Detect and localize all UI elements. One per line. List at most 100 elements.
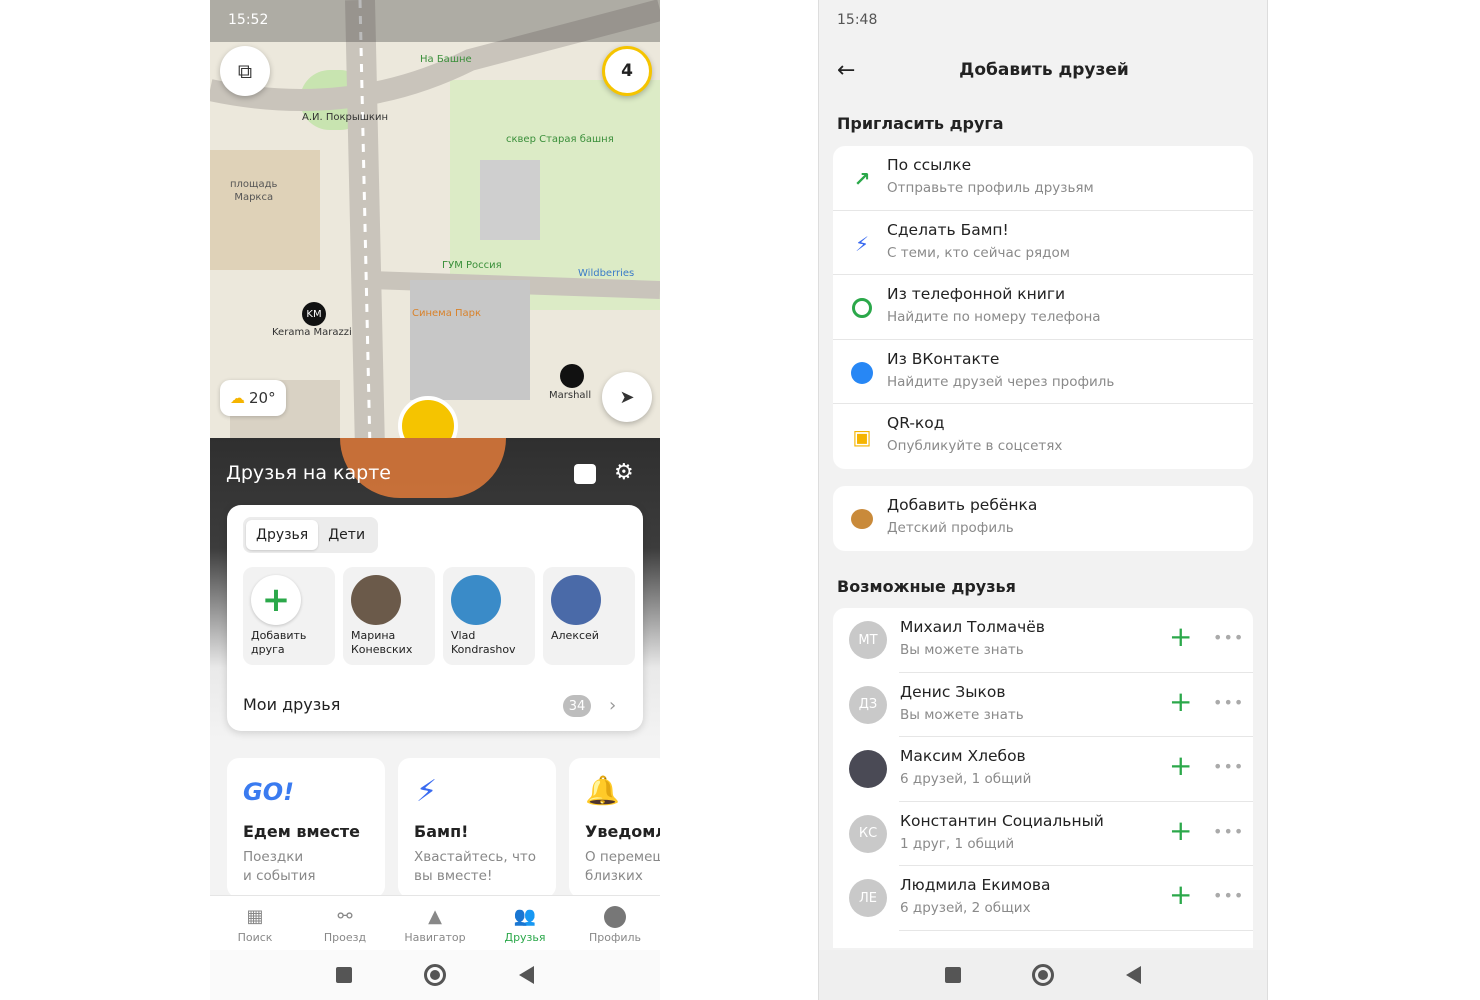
system-nav-bar [210, 950, 660, 1000]
list-item[interactable]: МТ Михаил Толмачёв Вы можете знать + ••• [833, 608, 1253, 673]
invite-bump[interactable]: ⚡ Сделать Бамп! С теми, кто сейчас рядом [833, 211, 1253, 275]
invite-group: ↗ По ссылке Отправьте профиль друзьям ⚡ … [833, 146, 1253, 469]
tile-subtitle: Хвастайтесь, что вы вместе! [414, 848, 536, 886]
friend-name: Алексей [551, 629, 599, 643]
notification-count-badge[interactable]: 4 [602, 46, 652, 96]
friends-panel: Друзья на карте ⚙ Друзья Дети + Добавить… [210, 438, 660, 898]
row-subtitle: Отправьте профиль друзьям [887, 180, 1094, 196]
tab-friends[interactable]: 👥 Друзья [480, 896, 570, 950]
transit-icon: ⚯ [337, 906, 353, 927]
notifications-tile[interactable]: 🔔 Уведомл О перемещ близких [569, 758, 660, 898]
weather-widget[interactable]: ☁ 20° [220, 380, 286, 416]
my-friends-link[interactable]: Мои друзья [243, 695, 340, 714]
list-item[interactable]: ЛЕ Людмила Екимова 6 друзей, 2 общих + •… [833, 866, 1253, 931]
contacts-icon [849, 295, 875, 321]
back-arrow-icon[interactable]: ← [837, 58, 855, 83]
avatar: ЛЕ [849, 879, 887, 917]
chat-icon[interactable] [574, 464, 596, 484]
avatar: ДЗ [849, 685, 887, 724]
more-dots-icon[interactable]: ••• [1213, 628, 1244, 647]
home-icon[interactable] [424, 964, 447, 986]
friend-name-line2: Kondrashov [451, 643, 516, 656]
friend-name-line1: Марина [351, 629, 396, 642]
add-friend-plus-icon[interactable]: + [1169, 751, 1192, 781]
invite-vk[interactable]: Из ВКонтакте Найдите друзей через профил… [833, 340, 1253, 404]
map-label-marshall: Marshall [549, 390, 592, 401]
tab-label: Поиск [237, 931, 273, 944]
ride-together-tile[interactable]: GO! Едем вместе Поездки и события [227, 758, 385, 898]
map-label-square: площадь Маркса [230, 178, 277, 204]
tab-navigator[interactable]: ▲ Навигатор [390, 896, 480, 950]
more-dots-icon[interactable]: ••• [1213, 757, 1244, 776]
back-triangle-icon[interactable] [518, 966, 534, 984]
avatar [351, 575, 401, 625]
status-bar: 15:48 [819, 0, 1267, 40]
profile-icon [604, 906, 626, 928]
person-subtitle: 6 друзей, 1 общий [900, 771, 1032, 787]
layers-button[interactable]: ⧉ [220, 46, 270, 96]
map-view[interactable]: 15:52 ⧉ 4 На Башне А.И. Покрышкин площад… [210, 0, 660, 450]
marshall-marker-icon[interactable] [560, 364, 584, 388]
add-friend-plus-icon[interactable]: + [1169, 880, 1192, 910]
person-subtitle: 6 друзей, 2 общих [900, 900, 1031, 916]
add-child-row[interactable]: Добавить ребёнка Детский профиль [833, 486, 1253, 551]
link-arrow-icon: ↗ [853, 167, 871, 191]
add-friend-plus-icon[interactable]: + [1169, 622, 1192, 652]
invite-contacts[interactable]: Из телефонной книги Найдите по номеру те… [833, 275, 1253, 340]
tile-title: Бамп! [414, 822, 469, 841]
bump-icon: ⚡ [854, 231, 870, 256]
friend-name: Vlad Kondrashov [451, 629, 516, 657]
add-friend-plus-icon[interactable]: + [1169, 686, 1192, 717]
possible-friends-list: МТ Михаил Толмачёв Вы можете знать + •••… [833, 608, 1253, 948]
list-item[interactable]: Максим Хлебов 6 друзей, 1 общий + ••• [833, 737, 1253, 802]
map-label-tower: На Башне [420, 54, 472, 65]
friend-tile[interactable]: Марина Коневских [343, 567, 435, 665]
tab-search[interactable]: ▦ Поиск [210, 896, 300, 950]
add-friend-plus-icon[interactable]: + [1169, 815, 1192, 846]
row-subtitle: Детский профиль [887, 520, 1014, 536]
friend-name-line2: Коневских [351, 643, 413, 656]
chevron-right-icon[interactable]: › [609, 695, 616, 716]
recents-icon[interactable] [944, 967, 961, 983]
invite-by-link[interactable]: ↗ По ссылке Отправьте профиль друзьям [833, 146, 1253, 211]
friend-name-line1: Vlad [451, 629, 476, 642]
tab-profile[interactable]: Профиль [570, 896, 660, 950]
friend-tile[interactable]: Алексей [543, 567, 635, 665]
friend-tile[interactable]: Vlad Kondrashov [443, 567, 535, 665]
list-item[interactable]: ДЗ Денис Зыков Вы можете знать + ••• [833, 673, 1253, 737]
map-label-kerama: Kerama Marazzi [272, 327, 352, 338]
weather-icon: ☁ [230, 389, 245, 407]
tile-subtitle-line2: и события [243, 868, 316, 884]
locate-button[interactable]: ➤ [602, 372, 652, 422]
friend-name-line2: Алексей [551, 629, 599, 642]
person-name: Денис Зыков [900, 682, 1006, 701]
add-friend-tile[interactable]: + Добавить друга [243, 567, 335, 665]
tile-title: Уведомл [585, 822, 660, 841]
map-label-tower-square: сквер Старая башня [506, 134, 614, 145]
bump-tile[interactable]: ⚡ Бамп! Хвастайтесь, что вы вместе! [398, 758, 556, 898]
segment-friends[interactable]: Друзья [246, 520, 319, 550]
more-dots-icon[interactable]: ••• [1213, 886, 1244, 905]
back-triangle-icon[interactable] [1126, 966, 1142, 984]
list-item[interactable]: КС Константин Социальный 1 друг, 1 общий… [833, 802, 1253, 866]
row-subtitle: Опубликуйте в соцсетях [887, 438, 1063, 454]
more-dots-icon[interactable]: ••• [1213, 693, 1244, 712]
friends-segment: Друзья Дети [243, 517, 379, 553]
recents-icon[interactable] [336, 967, 353, 983]
friends-icon: 👥 [513, 906, 537, 927]
weather-temp: 20° [249, 389, 276, 407]
invite-qr[interactable]: ▣ QR-код Опубликуйте в соцсетях [833, 404, 1253, 469]
friends-card: Друзья Дети + Добавить друга Марина Коне… [227, 505, 643, 731]
my-friends-count: 34 [563, 695, 591, 717]
home-icon[interactable] [1032, 964, 1055, 986]
tab-transit[interactable]: ⚯ Проезд [300, 896, 390, 950]
settings-gear-icon[interactable]: ⚙ [614, 462, 634, 484]
segment-children[interactable]: Дети [318, 520, 375, 550]
avatar: КС [849, 814, 887, 853]
bottom-tab-bar: ▦ Поиск ⚯ Проезд ▲ Навигатор 👥 Друзья Пр… [210, 895, 660, 950]
bell-icon: 🔔 [585, 774, 620, 807]
more-dots-icon[interactable]: ••• [1213, 822, 1244, 841]
map-label-pokryshkin: А.И. Покрышкин [302, 112, 389, 123]
kerama-marker-icon[interactable]: KM [302, 302, 326, 326]
child-group: Добавить ребёнка Детский профиль [833, 486, 1253, 551]
